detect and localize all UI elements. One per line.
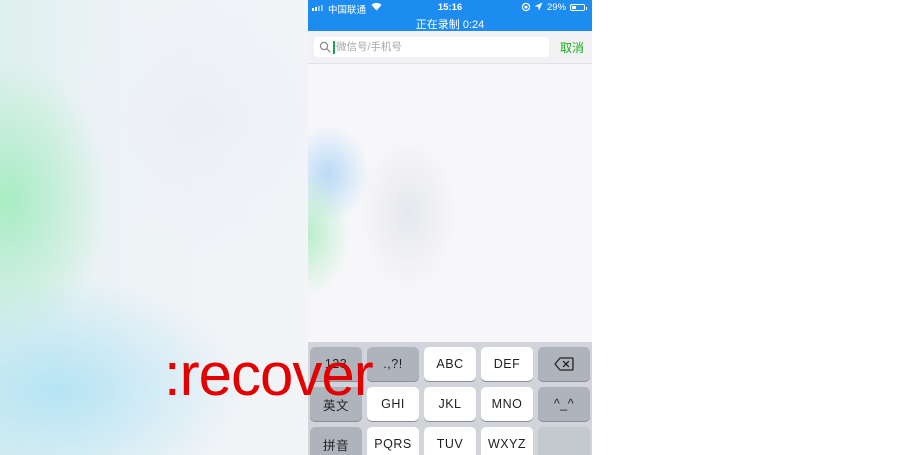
- key-emoticon[interactable]: ^_^: [538, 387, 590, 421]
- battery-icon: [570, 4, 587, 11]
- search-box[interactable]: [314, 37, 549, 57]
- key-pinyin[interactable]: 拼音: [310, 427, 362, 455]
- key-pqrs[interactable]: PQRS: [367, 427, 419, 455]
- key-wxyz[interactable]: WXYZ: [481, 427, 533, 455]
- right-background: [592, 0, 900, 455]
- text-cursor: [333, 41, 335, 54]
- cancel-button[interactable]: 取消: [560, 39, 584, 56]
- key-punctuation[interactable]: .,?!: [367, 347, 419, 381]
- key-blank[interactable]: [538, 427, 590, 455]
- status-bar: 中国联通 15:16 29% 正在录制 0:24: [308, 0, 592, 31]
- key-jkl[interactable]: JKL: [424, 387, 476, 421]
- rotation-lock-icon: [521, 2, 531, 15]
- recording-indicator[interactable]: 正在录制 0:24: [308, 16, 592, 32]
- search-icon: [319, 41, 331, 53]
- key-tuv[interactable]: TUV: [424, 427, 476, 455]
- key-mno[interactable]: MNO: [481, 387, 533, 421]
- search-input[interactable]: [336, 39, 541, 55]
- key-def[interactable]: DEF: [481, 347, 533, 381]
- backspace-key[interactable]: [538, 347, 590, 381]
- search-results-area: [308, 64, 592, 342]
- watermark-text: :recover: [164, 341, 374, 408]
- battery-percent: 29%: [547, 2, 567, 13]
- backspace-icon: [554, 357, 574, 371]
- search-bar: 取消: [308, 31, 592, 64]
- key-ghi[interactable]: GHI: [367, 387, 419, 421]
- location-icon: [534, 2, 543, 15]
- key-abc[interactable]: ABC: [424, 347, 476, 381]
